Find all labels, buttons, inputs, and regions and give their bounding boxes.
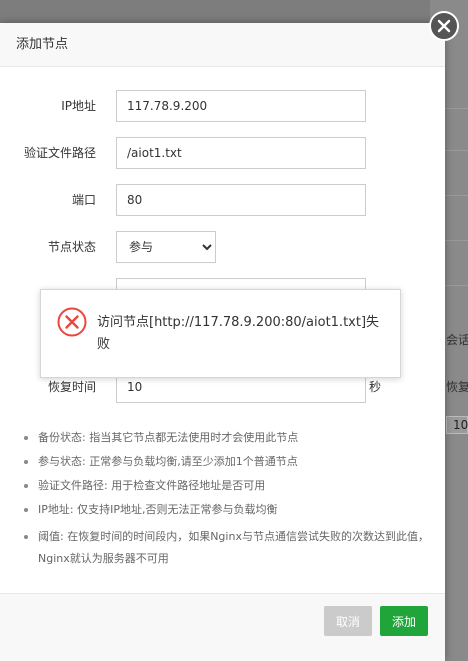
toast-message: 访问节点[http://117.78.9.200:80/aiot1.txt]失败 [97, 315, 380, 352]
tip-item: 阈值: 在恢复时间的时间段内，如果Nginx与节点通信尝试失败的次数达到此值，N… [24, 526, 429, 570]
bullet-icon [24, 535, 28, 539]
background-divider [445, 240, 468, 241]
tips-list: 备份状态: 指当其它节点都无法使用时才会使用此节点 参与状态: 正常参与负载均衡… [24, 430, 429, 578]
error-toast: 访问节点[http://117.78.9.200:80/aiot1.txt]失败 [40, 289, 401, 378]
dialog-footer: 取消 添加 [0, 593, 445, 661]
ip-label: IP地址 [61, 99, 96, 113]
background-text: 恢复 [446, 380, 468, 394]
port-row: 端口 [0, 184, 445, 216]
status-row: 节点状态 参与 [0, 231, 445, 263]
path-label: 验证文件路径 [23, 146, 96, 160]
tip-item: 备份状态: 指当其它节点都无法使用时才会使用此节点 [24, 430, 429, 446]
bullet-icon [24, 436, 28, 440]
port-input[interactable] [116, 184, 366, 216]
tip-item: IP地址: 仅支持IP地址,否则无法正常参与负载均衡 [24, 502, 429, 518]
background-divider [445, 150, 468, 151]
dialog-title: 添加节点 [0, 23, 445, 67]
status-label: 节点状态 [47, 240, 96, 254]
close-icon [437, 19, 451, 33]
port-label: 端口 [71, 193, 96, 207]
bullet-icon [24, 460, 28, 464]
add-button[interactable]: 添加 [380, 606, 428, 636]
close-button[interactable] [429, 11, 459, 41]
cancel-button[interactable]: 取消 [324, 606, 372, 636]
error-icon [57, 307, 87, 337]
tip-item: 参与状态: 正常参与负载均衡,请至少添加1个普通节点 [24, 454, 429, 470]
tip-item: 验证文件路径: 用于检查文件路径地址是否可用 [24, 478, 429, 494]
status-select[interactable]: 参与 [116, 231, 216, 263]
background-input: 10 [446, 416, 468, 434]
background-divider [445, 108, 468, 109]
path-row: 验证文件路径 [0, 137, 445, 169]
background-divider [445, 195, 468, 196]
bullet-icon [24, 508, 28, 512]
ip-row: IP地址 [0, 90, 445, 122]
bullet-icon [24, 484, 28, 488]
ip-input[interactable] [116, 90, 366, 122]
background-text: 会话(发 [446, 333, 468, 347]
path-input[interactable] [116, 137, 366, 169]
background-divider [445, 285, 468, 286]
